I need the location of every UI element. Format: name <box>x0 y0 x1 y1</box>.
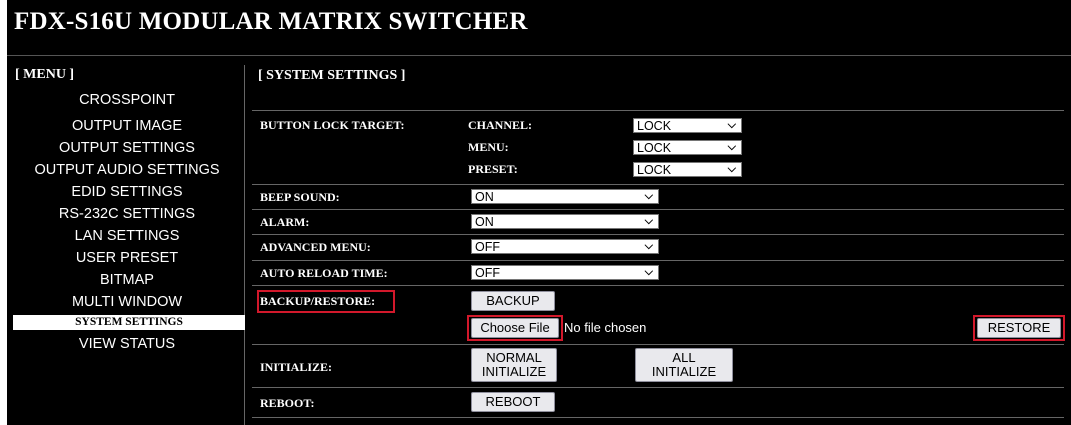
auto-reload-value: OFF <box>475 266 500 280</box>
menu-item-crosspoint[interactable]: CROSSPOINT <box>7 90 247 110</box>
beep-sound-select[interactable]: ON ⌵ <box>471 189 659 204</box>
menu-lock-select[interactable]: LOCK ⌵ <box>633 140 742 155</box>
row-divider <box>252 417 1064 418</box>
auto-reload-select[interactable]: OFF ⌵ <box>471 265 659 280</box>
reboot-label: REBOOT: <box>260 396 315 410</box>
all-initialize-button[interactable]: ALL INITIALIZE <box>635 348 733 382</box>
backup-button[interactable]: BACKUP <box>471 291 555 311</box>
row-divider <box>252 234 1064 235</box>
chevron-down-icon: ⌵ <box>727 163 736 175</box>
chevron-down-icon: ⌵ <box>727 119 736 131</box>
row-divider <box>252 209 1064 210</box>
channel-label: CHANNEL: <box>468 118 533 132</box>
menu-item-system-settings[interactable]: SYSTEM SETTINGS <box>13 315 245 330</box>
backup-restore-label: BACKUP/RESTORE: <box>260 294 376 308</box>
page-title: FDX-S16U MODULAR MATRIX SWITCHER <box>14 8 528 35</box>
menu-item-output-audio-settings[interactable]: OUTPUT AUDIO SETTINGS <box>7 160 247 180</box>
chevron-down-icon: ⌵ <box>644 215 653 227</box>
menu-item-view-status[interactable]: VIEW STATUS <box>7 334 247 354</box>
alarm-label: ALARM: <box>260 215 310 229</box>
normal-initialize-button[interactable]: NORMAL INITIALIZE <box>471 348 557 382</box>
channel-lock-select[interactable]: LOCK ⌵ <box>633 118 742 133</box>
menu-item-output-image[interactable]: OUTPUT IMAGE <box>7 116 247 136</box>
initialize-label: INITIALIZE: <box>260 360 333 374</box>
file-status-text: No file chosen <box>564 320 647 335</box>
chevron-down-icon: ⌵ <box>644 190 653 202</box>
advanced-menu-value: OFF <box>475 240 500 254</box>
advanced-menu-label: ADVANCED MENU: <box>260 240 371 254</box>
alarm-select[interactable]: ON ⌵ <box>471 214 659 229</box>
choose-file-button[interactable]: Choose File <box>471 318 559 338</box>
chevron-down-icon: ⌵ <box>644 266 653 278</box>
auto-reload-label: AUTO RELOAD TIME: <box>260 266 388 280</box>
row-divider <box>252 387 1064 388</box>
app-frame: FDX-S16U MODULAR MATRIX SWITCHER [ MENU … <box>7 0 1071 425</box>
menu-item-output-settings[interactable]: OUTPUT SETTINGS <box>7 138 247 158</box>
beep-sound-value: ON <box>475 190 494 204</box>
menu-item-multi-window[interactable]: MULTI WINDOW <box>7 292 247 312</box>
menu-item-lan-settings[interactable]: LAN SETTINGS <box>7 226 247 246</box>
normal-initialize-line2: INITIALIZE <box>481 364 547 379</box>
row-divider <box>252 285 1064 286</box>
row-divider <box>252 344 1064 345</box>
alarm-value: ON <box>475 215 494 229</box>
advanced-menu-select[interactable]: OFF ⌵ <box>471 239 659 254</box>
section-title: [ SYSTEM SETTINGS ] <box>258 68 406 83</box>
menu-lock-value: LOCK <box>637 141 672 155</box>
row-divider <box>252 184 1064 185</box>
menu-lock-label: MENU: <box>468 140 509 154</box>
row-divider <box>252 110 1064 111</box>
preset-lock-select[interactable]: LOCK ⌵ <box>633 162 742 177</box>
chevron-down-icon: ⌵ <box>727 141 736 153</box>
menu-item-user-preset[interactable]: USER PRESET <box>7 248 247 268</box>
chevron-down-icon: ⌵ <box>644 240 653 252</box>
channel-lock-value: LOCK <box>637 119 672 133</box>
menu-item-edid-settings[interactable]: EDID SETTINGS <box>7 182 247 202</box>
beep-sound-label: BEEP SOUND: <box>260 190 340 204</box>
preset-lock-value: LOCK <box>637 163 672 177</box>
all-initialize-line1: ALL <box>672 350 696 365</box>
menu-item-bitmap[interactable]: BITMAP <box>7 270 247 290</box>
menu-item-rs232c-settings[interactable]: RS-232C SETTINGS <box>7 204 247 224</box>
all-initialize-line2: INITIALIZE <box>651 364 717 379</box>
button-lock-label: BUTTON LOCK TARGET: <box>260 118 405 132</box>
row-divider <box>252 260 1064 261</box>
normal-initialize-line1: NORMAL <box>486 350 542 365</box>
preset-lock-label: PRESET: <box>468 162 518 176</box>
restore-button[interactable]: RESTORE <box>977 318 1061 338</box>
reboot-button[interactable]: REBOOT <box>471 392 555 412</box>
title-divider <box>7 55 1071 56</box>
menu-title: [ MENU ] <box>15 67 75 82</box>
